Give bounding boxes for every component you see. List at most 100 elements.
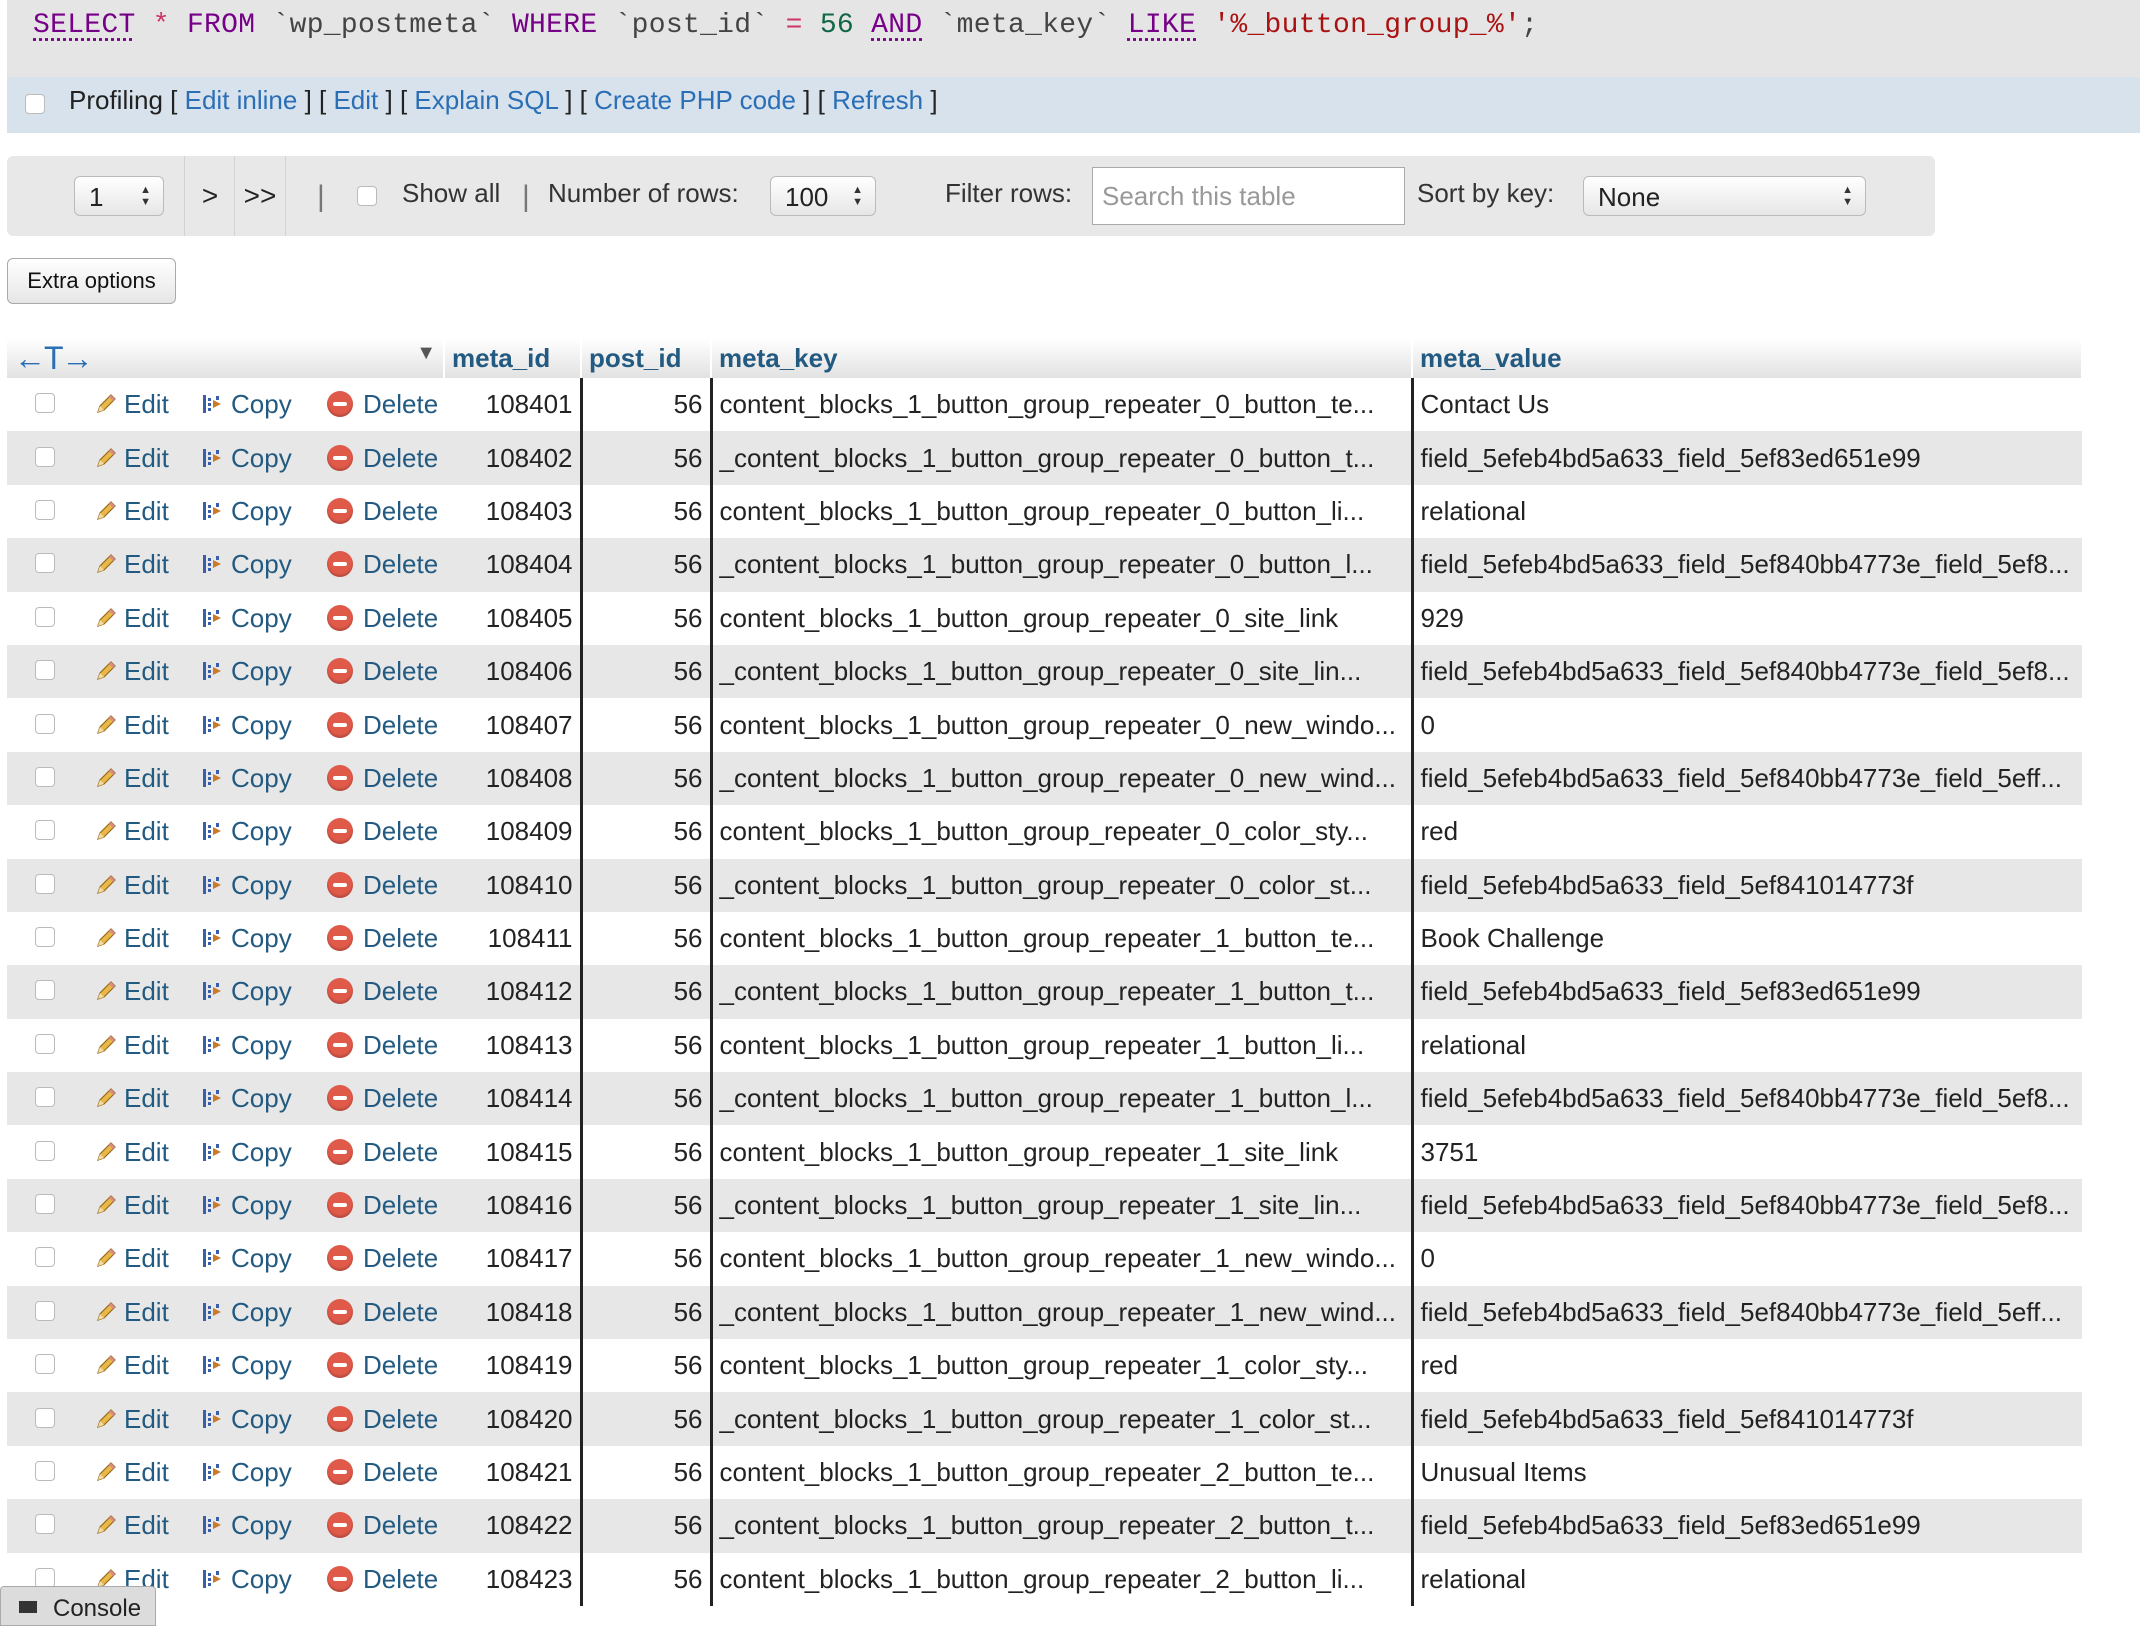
table-row[interactable]: Edit Copy Delete 108423 56 content_blocks_1_b… — [7, 1552, 2082, 1606]
copy-row-link[interactable]: Copy — [201, 923, 292, 954]
table-row[interactable]: Edit Copy Delete 108420 56 _content_blocks_1_… — [7, 1392, 2082, 1446]
extra-options-button[interactable]: Extra options — [7, 258, 176, 304]
edit-row-link[interactable]: Edit — [94, 443, 169, 474]
cell-post-id[interactable]: 56 — [581, 538, 713, 592]
cell-meta-key[interactable]: content_blocks_1_button_group_repeater_0… — [711, 591, 1414, 645]
edit-row-link[interactable]: Edit — [94, 1083, 169, 1114]
cell-meta-value[interactable]: field_5efeb4bd5a633_field_5ef841014773f — [1412, 858, 2082, 912]
cell-post-id[interactable]: 56 — [581, 1392, 713, 1446]
cell-meta-key[interactable]: content_blocks_1_button_group_repeater_2… — [711, 1552, 1414, 1606]
cell-meta-value[interactable]: field_5efeb4bd5a633_field_5ef840bb4773e_… — [1412, 538, 2082, 592]
cell-meta-value[interactable]: red — [1412, 1339, 2082, 1392]
row-checkbox[interactable] — [35, 1087, 55, 1108]
cell-meta-key[interactable]: content_blocks_1_button_group_repeater_1… — [711, 1232, 1414, 1286]
cell-meta-key[interactable]: _content_blocks_1_button_group_repeater_… — [711, 1178, 1414, 1233]
table-row[interactable]: Edit Copy Delete 108413 56 content_blocks_1_b… — [7, 1018, 2082, 1073]
edit-row-link[interactable]: Edit — [94, 870, 169, 901]
copy-row-link[interactable]: Copy — [201, 816, 292, 847]
rows-per-page-select[interactable]: 100 ▲ ▼ — [770, 176, 876, 216]
cell-meta-key[interactable]: content_blocks_1_button_group_repeater_0… — [711, 805, 1414, 859]
cell-meta-value[interactable]: red — [1412, 805, 2082, 858]
row-checkbox[interactable] — [35, 606, 55, 627]
edit-row-link[interactable]: Edit — [94, 1350, 169, 1381]
cell-meta-id[interactable]: 108421 — [444, 1445, 583, 1500]
cell-meta-key[interactable]: _content_blocks_1_button_group_repeater_… — [711, 1392, 1414, 1446]
delete-row-link[interactable]: Delete — [327, 1510, 438, 1541]
delete-row-link[interactable]: Delete — [327, 923, 438, 954]
console-tab[interactable]: Console — [0, 1586, 156, 1626]
copy-row-link[interactable]: Copy — [201, 1030, 292, 1061]
delete-row-link[interactable]: Delete — [327, 1190, 438, 1221]
cell-meta-key[interactable]: _content_blocks_1_button_group_repeater_… — [711, 751, 1414, 806]
edit-row-link[interactable]: Edit — [94, 816, 169, 847]
cell-meta-value[interactable]: field_5efeb4bd5a633_field_5ef840bb4773e_… — [1412, 751, 2082, 806]
cell-meta-id[interactable]: 108416 — [444, 1178, 583, 1233]
column-header-meta-id[interactable]: meta_id — [444, 338, 582, 378]
edit-row-link[interactable]: Edit — [94, 1190, 169, 1221]
copy-row-link[interactable]: Copy — [201, 870, 292, 901]
cell-meta-id[interactable]: 108401 — [444, 378, 583, 432]
column-resize-header[interactable]: ←T→ ▼ — [7, 338, 445, 378]
delete-row-link[interactable]: Delete — [327, 496, 438, 527]
cell-post-id[interactable]: 56 — [581, 1178, 713, 1233]
edit-inline-link[interactable]: Edit inline — [185, 85, 298, 115]
delete-row-link[interactable]: Delete — [327, 443, 438, 474]
cell-meta-id[interactable]: 108405 — [444, 591, 583, 645]
cell-meta-value[interactable]: 0 — [1412, 1232, 2082, 1285]
copy-row-link[interactable]: Copy — [201, 1190, 292, 1221]
cell-post-id[interactable]: 56 — [581, 644, 713, 699]
row-checkbox[interactable] — [35, 1407, 55, 1428]
cell-meta-id[interactable]: 108403 — [444, 484, 583, 539]
cell-meta-key[interactable]: _content_blocks_1_button_group_repeater_… — [711, 1072, 1414, 1126]
edit-row-link[interactable]: Edit — [94, 603, 169, 634]
cell-meta-id[interactable]: 108407 — [444, 698, 583, 752]
cell-post-id[interactable]: 56 — [581, 965, 713, 1019]
delete-row-link[interactable]: Delete — [327, 389, 438, 420]
delete-row-link[interactable]: Delete — [327, 1083, 438, 1114]
cell-post-id[interactable]: 56 — [581, 751, 713, 806]
table-row[interactable]: Edit Copy Delete 108410 56 _content_blocks_1_… — [7, 858, 2082, 912]
row-checkbox[interactable] — [35, 553, 55, 574]
copy-row-link[interactable]: Copy — [201, 1404, 292, 1435]
edit-row-link[interactable]: Edit — [94, 1243, 169, 1274]
cell-post-id[interactable]: 56 — [581, 698, 713, 752]
delete-row-link[interactable]: Delete — [327, 1457, 438, 1488]
cell-meta-key[interactable]: content_blocks_1_button_group_repeater_1… — [711, 1339, 1414, 1393]
cell-post-id[interactable]: 56 — [581, 1285, 713, 1340]
copy-row-link[interactable]: Copy — [201, 710, 292, 741]
cell-meta-value[interactable]: relational — [1412, 1019, 2082, 1072]
table-row[interactable]: Edit Copy Delete 108409 56 content_blocks_1_b… — [7, 805, 2082, 859]
copy-row-link[interactable]: Copy — [201, 763, 292, 794]
cell-post-id[interactable]: 56 — [581, 1125, 713, 1179]
sort-by-key-select[interactable]: None ▲ ▼ — [1583, 176, 1866, 216]
copy-row-link[interactable]: Copy — [201, 1510, 292, 1541]
edit-row-link[interactable]: Edit — [94, 976, 169, 1007]
delete-row-link[interactable]: Delete — [327, 656, 438, 687]
edit-row-link[interactable]: Edit — [94, 1457, 169, 1488]
edit-row-link[interactable]: Edit — [94, 656, 169, 687]
cell-meta-id[interactable]: 108423 — [444, 1552, 583, 1606]
profiling-checkbox[interactable] — [25, 94, 45, 114]
table-row[interactable]: Edit Copy Delete 108406 56 _content_blocks_1_… — [7, 644, 2082, 699]
copy-row-link[interactable]: Copy — [201, 1243, 292, 1274]
cell-meta-value[interactable]: relational — [1412, 485, 2082, 538]
row-checkbox[interactable] — [35, 980, 55, 1001]
cell-meta-id[interactable]: 108415 — [444, 1125, 583, 1179]
cell-meta-value[interactable]: field_5efeb4bd5a633_field_5ef840bb4773e_… — [1412, 1178, 2082, 1233]
row-checkbox[interactable] — [35, 927, 55, 948]
row-checkbox[interactable] — [35, 499, 55, 520]
table-row[interactable]: Edit Copy Delete 108412 56 _content_blocks_1_… — [7, 965, 2082, 1019]
cell-meta-id[interactable]: 108406 — [444, 644, 583, 699]
edit-row-link[interactable]: Edit — [94, 923, 169, 954]
row-checkbox[interactable] — [35, 1033, 55, 1054]
next-page-button[interactable]: > — [184, 156, 235, 236]
cell-meta-id[interactable]: 108402 — [444, 431, 583, 485]
cell-post-id[interactable]: 56 — [581, 591, 713, 645]
cell-post-id[interactable]: 56 — [581, 1232, 713, 1286]
show-all-checkbox[interactable] — [357, 186, 377, 206]
edit-row-link[interactable]: Edit — [94, 710, 169, 741]
edit-row-link[interactable]: Edit — [94, 1297, 169, 1328]
edit-row-link[interactable]: Edit — [94, 549, 169, 580]
cell-meta-key[interactable]: content_blocks_1_button_group_repeater_0… — [711, 378, 1414, 432]
delete-row-link[interactable]: Delete — [327, 1243, 438, 1274]
